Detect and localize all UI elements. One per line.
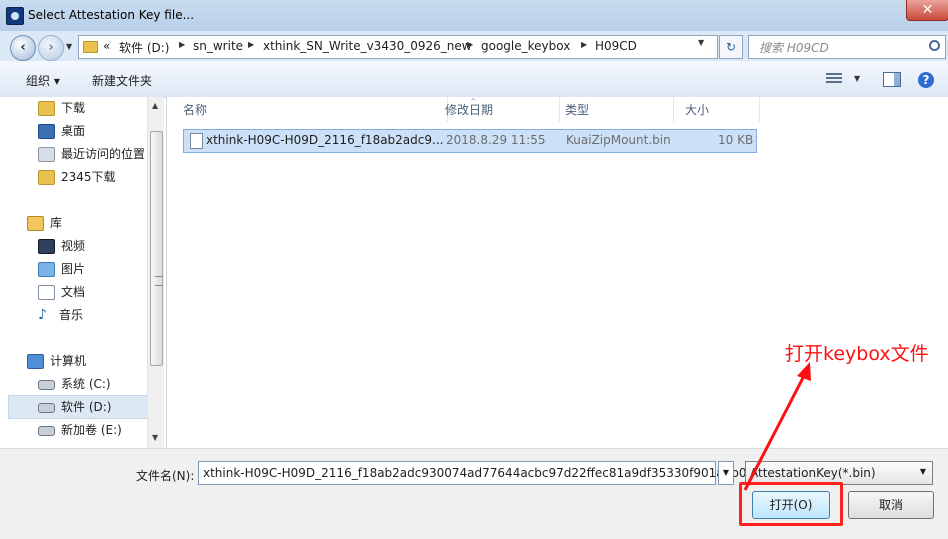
annotation-arrow (743, 362, 811, 491)
